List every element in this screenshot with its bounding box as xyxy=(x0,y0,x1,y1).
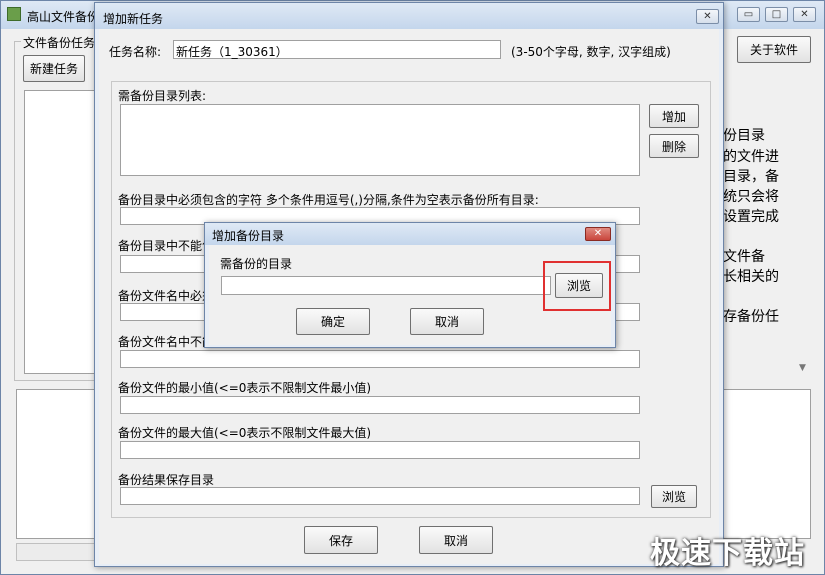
task-name-label: 任务名称: xyxy=(109,45,162,59)
dir-label: 需备份的目录 xyxy=(220,257,293,271)
add-task-close-button[interactable]: ✕ xyxy=(696,9,719,24)
must-contain-file-label: 备份文件名中必须 xyxy=(118,289,215,303)
dir-input[interactable] xyxy=(221,276,551,295)
close-button[interactable]: ✕ xyxy=(793,7,816,22)
add-task-title-bar: 增加新任务 ✕ xyxy=(95,3,723,29)
min-size-input[interactable] xyxy=(120,396,640,414)
add-dir-title-bar: 增加备份目录 ✕ xyxy=(205,223,615,245)
status-bar xyxy=(16,543,96,561)
max-size-input[interactable] xyxy=(120,441,640,459)
help-line: 文件备 xyxy=(723,249,765,265)
task-name-value: 新任务（1_30361） xyxy=(176,45,288,59)
ok-button[interactable]: 确定 xyxy=(296,308,370,335)
maximize-button[interactable]: □ xyxy=(765,7,788,22)
maximize-icon: □ xyxy=(771,8,782,20)
add-dir-body: 需备份的目录 浏览 确定 取消 xyxy=(209,245,611,345)
max-size-label: 备份文件的最大值(<=0表示不限制文件最大值) xyxy=(118,426,372,440)
add-dir-button[interactable]: 增加 xyxy=(649,104,699,128)
new-task-button[interactable]: 新建任务 xyxy=(23,55,85,82)
about-button[interactable]: 关于软件 xyxy=(737,36,811,63)
dir-cancel-button[interactable]: 取消 xyxy=(410,308,484,335)
result-dir-label: 备份结果保存目录 xyxy=(118,473,215,487)
help-text-panel: 份目录 的文件进 目录，备 统只会将 设置完成 文件备 长相关的 存备份任 ▼ xyxy=(723,119,813,384)
result-dir-input[interactable] xyxy=(120,487,640,505)
min-size-label: 备份文件的最小值(<=0表示不限制文件最小值) xyxy=(118,381,372,395)
help-line: 份目录 xyxy=(723,128,765,144)
minimize-icon: ▭ xyxy=(743,8,754,20)
not-contain-file-input[interactable] xyxy=(120,350,640,368)
task-group-label: 文件备份任务 xyxy=(21,34,98,51)
must-contain-dir-label: 备份目录中必须包含的字符 多个条件用逗号(,)分隔,条件为空表示备份所有目录: xyxy=(118,193,539,207)
help-line: 目录，备 xyxy=(723,169,779,185)
help-line: 长相关的 xyxy=(723,269,779,285)
app-icon xyxy=(7,7,21,21)
minimize-button[interactable]: ▭ xyxy=(737,7,760,22)
help-line: 的文件进 xyxy=(723,149,779,165)
result-dir-browse-button[interactable]: 浏览 xyxy=(651,485,697,508)
task-name-hint: (3-50个字母, 数字, 汉字组成) xyxy=(511,45,671,59)
dir-list[interactable] xyxy=(120,104,640,176)
dir-list-label: 需备份目录列表: xyxy=(118,89,207,103)
main-title: 高山文件备份 xyxy=(27,10,100,24)
cancel-button[interactable]: 取消 xyxy=(419,526,493,554)
watermark: 极速下载站 xyxy=(650,536,805,571)
task-list[interactable] xyxy=(24,90,99,374)
add-dir-close-button[interactable]: ✕ xyxy=(585,227,611,241)
browse-button[interactable]: 浏览 xyxy=(555,273,603,298)
add-task-title: 增加新任务 xyxy=(103,12,164,26)
scroll-down-icon[interactable]: ▼ xyxy=(799,363,806,373)
save-button[interactable]: 保存 xyxy=(304,526,378,554)
task-name-input[interactable]: 新任务（1_30361） xyxy=(173,40,501,59)
help-line: 统只会将 xyxy=(723,189,779,205)
help-line: 存备份任 xyxy=(723,309,779,325)
add-dir-dialog: 增加备份目录 ✕ 需备份的目录 浏览 确定 取消 xyxy=(204,222,616,348)
close-icon: ✕ xyxy=(703,10,712,22)
delete-dir-button[interactable]: 删除 xyxy=(649,134,699,158)
not-contain-dir-label: 备份目录中不能包 xyxy=(118,239,215,253)
close-icon: ✕ xyxy=(800,8,809,20)
close-icon: ✕ xyxy=(593,228,603,239)
not-contain-file-label: 备份文件名中不能 xyxy=(118,335,215,349)
add-dir-title: 增加备份目录 xyxy=(212,229,285,243)
help-line: 设置完成 xyxy=(723,209,779,225)
